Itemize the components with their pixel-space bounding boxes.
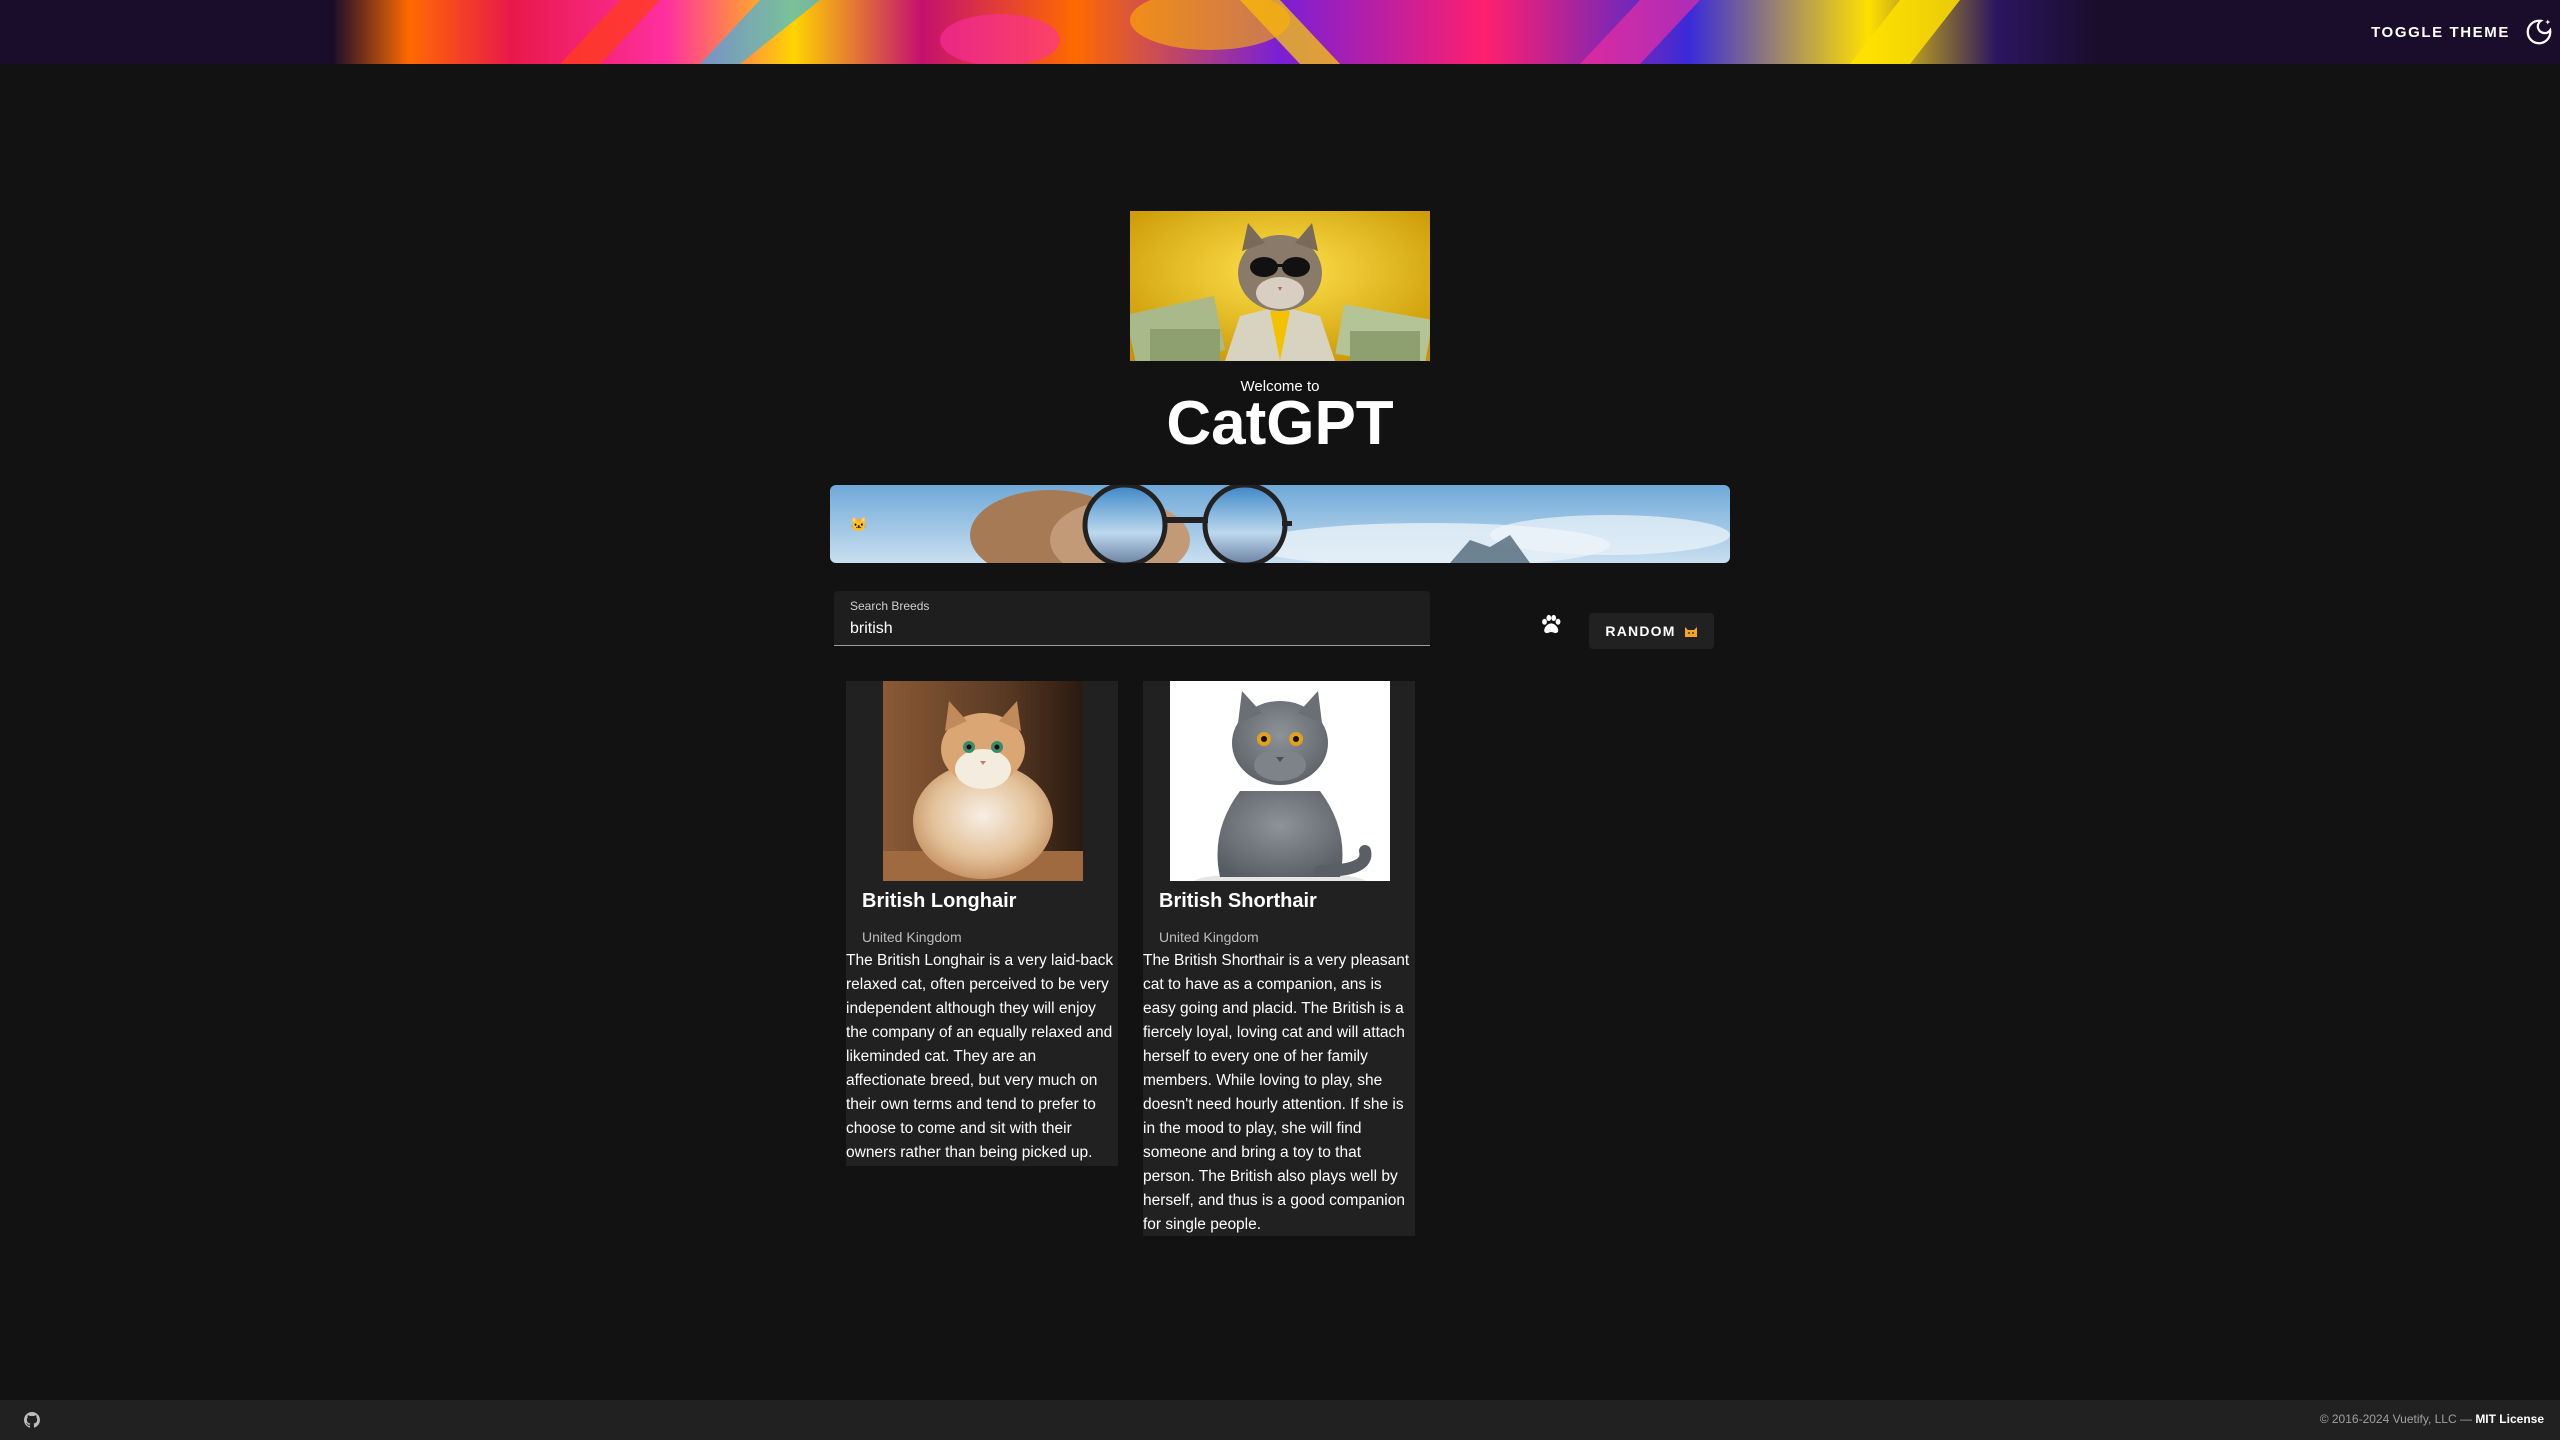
breed-image [883,681,1083,881]
toggle-theme-button[interactable]: TOGGLE THEME [2347,0,2560,64]
search-breeds-input[interactable] [850,618,1410,640]
theme-light-dark-icon [2526,19,2552,45]
random-button-label: RANDOM [1605,623,1676,639]
random-button[interactable]: RANDOM [1589,613,1714,649]
copyright-text: © 2016-2024 Vuetify, LLC — [2319,1412,2472,1426]
breed-origin: United Kingdom [862,929,962,945]
app-bar: TOGGLE THEME [0,0,2560,64]
app-bar-artwork [0,0,2560,64]
hero-cat-image [1130,211,1430,361]
breed-origin: United Kingdom [1159,929,1259,945]
footer: © 2016-2024 Vuetify, LLC — MIT License [0,1400,2560,1440]
breed-card[interactable]: British Shorthair United Kingdom The Bri… [1143,681,1415,1236]
cat-emoji-icon [1684,626,1697,637]
breed-description: The British Shorthair is a very pleasant… [1143,952,1410,1233]
breed-card[interactable]: British Longhair United Kingdom The Brit… [846,681,1118,1166]
svg-text:🐱: 🐱 [850,516,867,532]
breed-image [1170,681,1390,881]
footer-copyright: © 2016-2024 Vuetify, LLC — MIT License [2320,1412,2544,1426]
breed-name: British Longhair [862,890,1017,912]
page-title: CatGPT [1166,389,1394,458]
app-root: TOGGLE THEME Welcome to CatGPT 🐱 Search … [0,0,2560,1440]
github-icon[interactable] [24,1412,40,1428]
toggle-theme-label: TOGGLE THEME [2371,23,2510,41]
license-link[interactable]: MIT License [2475,1412,2544,1426]
search-breeds-field[interactable]: Search Breeds [834,591,1430,646]
breed-description: The British Longhair is a very laid-back… [846,952,1114,1161]
paw-icon[interactable] [1538,612,1564,638]
sky-banner: 🐱 [830,485,1730,563]
breed-name: British Shorthair [1159,890,1317,912]
search-breeds-label: Search Breeds [850,599,930,613]
